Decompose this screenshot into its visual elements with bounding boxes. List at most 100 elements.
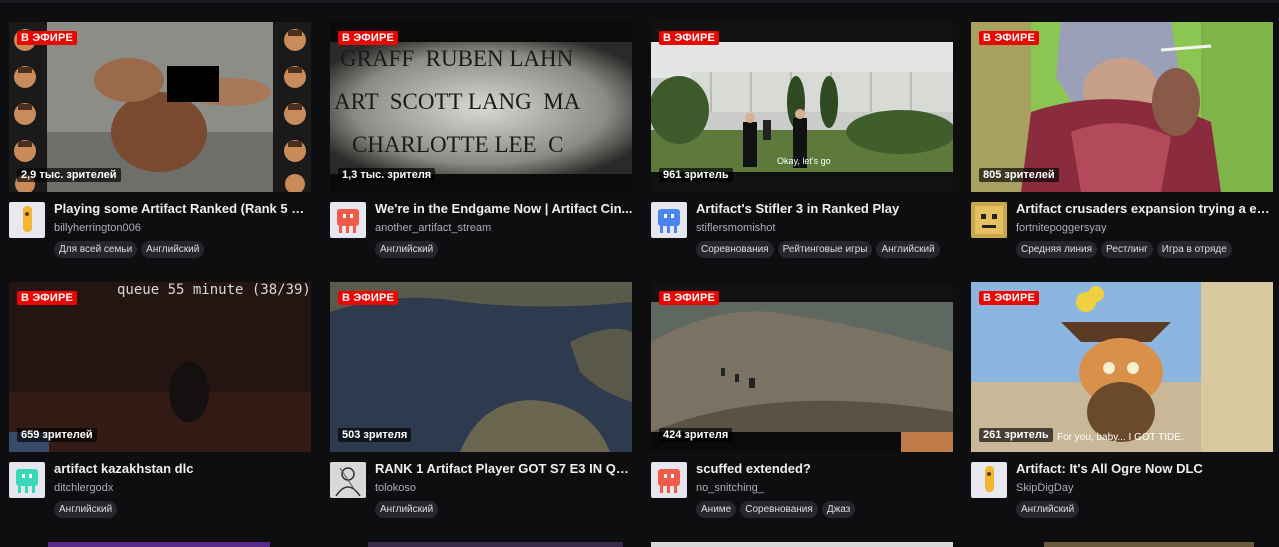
stream-title[interactable]: Artifact's Stifler 3 in Ranked Play (696, 201, 954, 216)
viewer-count: 659 зрителей (17, 428, 97, 442)
live-badge: В ЭФИРЕ (979, 291, 1040, 305)
channel-avatar[interactable] (971, 202, 1007, 238)
wrestling-scene (9, 22, 311, 192)
next-row-thumbnail[interactable] (1044, 542, 1254, 547)
tag[interactable]: Соревнования (696, 241, 774, 258)
teal-glitch-icon (16, 469, 38, 493)
stream-thumbnail[interactable]: For you, baby... I GOT TIDE. В ЭФИРЕ 261… (971, 282, 1273, 452)
tag[interactable]: Соревнования (740, 501, 818, 518)
tag-list: Английский (375, 501, 439, 518)
stream-card[interactable]: В ЭФИРЕ 503 зрителя RANK 1 Artifact Play… (330, 282, 633, 532)
tag[interactable]: Джаз (821, 501, 856, 518)
video-subtitle: For you, baby... I GOT TIDE. (1057, 432, 1184, 443)
stream-thumbnail[interactable]: В ЭФИРЕ 503 зрителя (330, 282, 632, 452)
tag[interactable]: Английский (1016, 501, 1080, 518)
channel-avatar[interactable] (651, 202, 687, 238)
live-badge: В ЭФИРЕ (659, 31, 720, 45)
tag[interactable]: Аниме (696, 501, 737, 518)
viewer-count: 805 зрителей (979, 168, 1059, 182)
stream-title[interactable]: RANK 1 Artifact Player GOT S7 E3 IN QU..… (375, 461, 633, 476)
channel-name[interactable]: another_artifact_stream (375, 222, 625, 234)
stream-title[interactable]: scuffed extended? (696, 461, 954, 476)
anime-scene (971, 22, 1273, 192)
stream-card[interactable]: В ЭФИРЕ 805 зрителей Artifact crusaders … (971, 22, 1274, 272)
tag-list: Для всей семьи Английский (54, 241, 205, 258)
video-subtitle: Okay, let's go (777, 156, 831, 166)
stream-thumbnail[interactable]: queue 55 minute (38/39) В ЭФИРЕ 659 зрит… (9, 282, 311, 452)
stream-card[interactable]: queue 55 minute (38/39) В ЭФИРЕ 659 зрит… (9, 282, 311, 532)
stream-thumbnail[interactable]: В ЭФИРЕ 2,9 тыс. зрителей (9, 22, 311, 192)
sea-map-scene (330, 282, 632, 452)
tag-list: Английский (54, 501, 118, 518)
stream-title[interactable]: Playing some Artifact Ranked (Rank 5 W..… (54, 201, 312, 216)
tag-list: Английский (1016, 501, 1080, 518)
tag[interactable]: Для всей семьи (54, 241, 138, 258)
tag[interactable]: Английский (876, 241, 940, 258)
tag[interactable]: Английский (375, 241, 439, 258)
tag-list: Средняя линия Рестлинг Игра в отряде (1016, 241, 1232, 258)
channel-avatar[interactable] (9, 462, 45, 498)
memorial-text-line: GRAFF RUBEN LAHN (340, 46, 574, 71)
channel-name[interactable]: stiflersmomishot (696, 222, 946, 234)
cliff-scene (651, 282, 953, 452)
live-badge: В ЭФИРЕ (659, 291, 720, 305)
channel-avatar[interactable] (330, 462, 366, 498)
stream-thumbnail[interactable]: Okay, let's go В ЭФИРЕ 961 зритель (651, 22, 953, 192)
tag-list: Соревнования Рейтинговые игры Английский (696, 241, 940, 258)
viewer-count: 424 зрителя (659, 428, 733, 442)
channel-avatar[interactable] (330, 202, 366, 238)
pixel-face-icon (971, 202, 1007, 238)
stream-thumbnail[interactable]: GRAFF RUBEN LAHN ART SCOTT LANG MA CHARL… (330, 22, 632, 192)
channel-avatar[interactable] (9, 202, 45, 238)
channel-name[interactable]: fortnitepoggersyay (1016, 222, 1266, 234)
memorial-text-line: ART SCOTT LANG MA (334, 89, 581, 114)
dark-queue-scene (9, 282, 311, 452)
sketch-portrait-icon (330, 462, 366, 498)
stream-thumbnail[interactable]: В ЭФИРЕ 805 зрителей (971, 22, 1273, 192)
stream-card[interactable]: For you, baby... I GOT TIDE. В ЭФИРЕ 261… (971, 282, 1273, 532)
next-row-thumbnail[interactable] (48, 542, 270, 547)
stream-card[interactable]: В ЭФИРЕ 2,9 тыс. зрителей Playing some A… (9, 22, 312, 272)
live-badge: В ЭФИРЕ (17, 291, 78, 305)
viewer-count: 261 зритель (979, 428, 1053, 442)
channel-name[interactable]: ditchlergodx (54, 482, 304, 494)
garden-scene (651, 22, 953, 192)
channel-avatar[interactable] (971, 462, 1007, 498)
tag[interactable]: Средняя линия (1016, 241, 1098, 258)
channel-name[interactable]: SkipDigDay (1016, 482, 1266, 494)
channel-name[interactable]: no_snitching_ (696, 482, 946, 494)
stream-title[interactable]: Artifact: It's All Ogre Now DLC (1016, 461, 1274, 476)
live-badge: В ЭФИРЕ (338, 31, 399, 45)
blue-glitch-icon (658, 209, 680, 233)
channel-name[interactable]: tolokoso (375, 482, 625, 494)
tag[interactable]: Английский (54, 501, 118, 518)
yellow-character-icon (985, 466, 994, 492)
live-badge: В ЭФИРЕ (17, 31, 78, 45)
live-badge: В ЭФИРЕ (979, 31, 1040, 45)
tag[interactable]: Рестлинг (1101, 241, 1153, 258)
live-badge: В ЭФИРЕ (338, 291, 399, 305)
cat-in-boots-scene (971, 282, 1273, 452)
viewer-count: 503 зрителя (338, 428, 412, 442)
viewer-count: 2,9 тыс. зрителей (17, 168, 121, 182)
tag[interactable]: Игра в отряде (1156, 241, 1232, 258)
stream-card[interactable]: GRAFF RUBEN LAHN ART SCOTT LANG MA CHARL… (330, 22, 632, 272)
stream-card[interactable]: Okay, let's go В ЭФИРЕ 961 зритель Artif… (651, 22, 953, 272)
stream-thumbnail[interactable]: В ЭФИРЕ 424 зрителя (651, 282, 953, 452)
tag-list: Английский (375, 241, 439, 258)
next-row-thumbnail[interactable] (651, 542, 953, 547)
stream-title[interactable]: Artifact crusaders expansion trying a eg… (1016, 201, 1274, 216)
tag[interactable]: Английский (375, 501, 439, 518)
channel-name[interactable]: billyherrington006 (54, 222, 304, 234)
stream-title[interactable]: We're in the Endgame Now | Artifact Cin.… (375, 201, 633, 216)
next-row-thumbnail[interactable] (368, 542, 623, 547)
viewer-count: 961 зритель (659, 168, 733, 182)
channel-avatar[interactable] (651, 462, 687, 498)
yellow-character-icon (23, 206, 32, 232)
stream-title[interactable]: artifact kazakhstan dlc (54, 461, 312, 476)
red-glitch-icon (658, 469, 680, 493)
tag[interactable]: Английский (141, 241, 205, 258)
top-divider (0, 0, 1279, 3)
tag[interactable]: Рейтинговые игры (777, 241, 873, 258)
stream-card[interactable]: В ЭФИРЕ 424 зрителя scuffed extended? no… (651, 282, 953, 532)
